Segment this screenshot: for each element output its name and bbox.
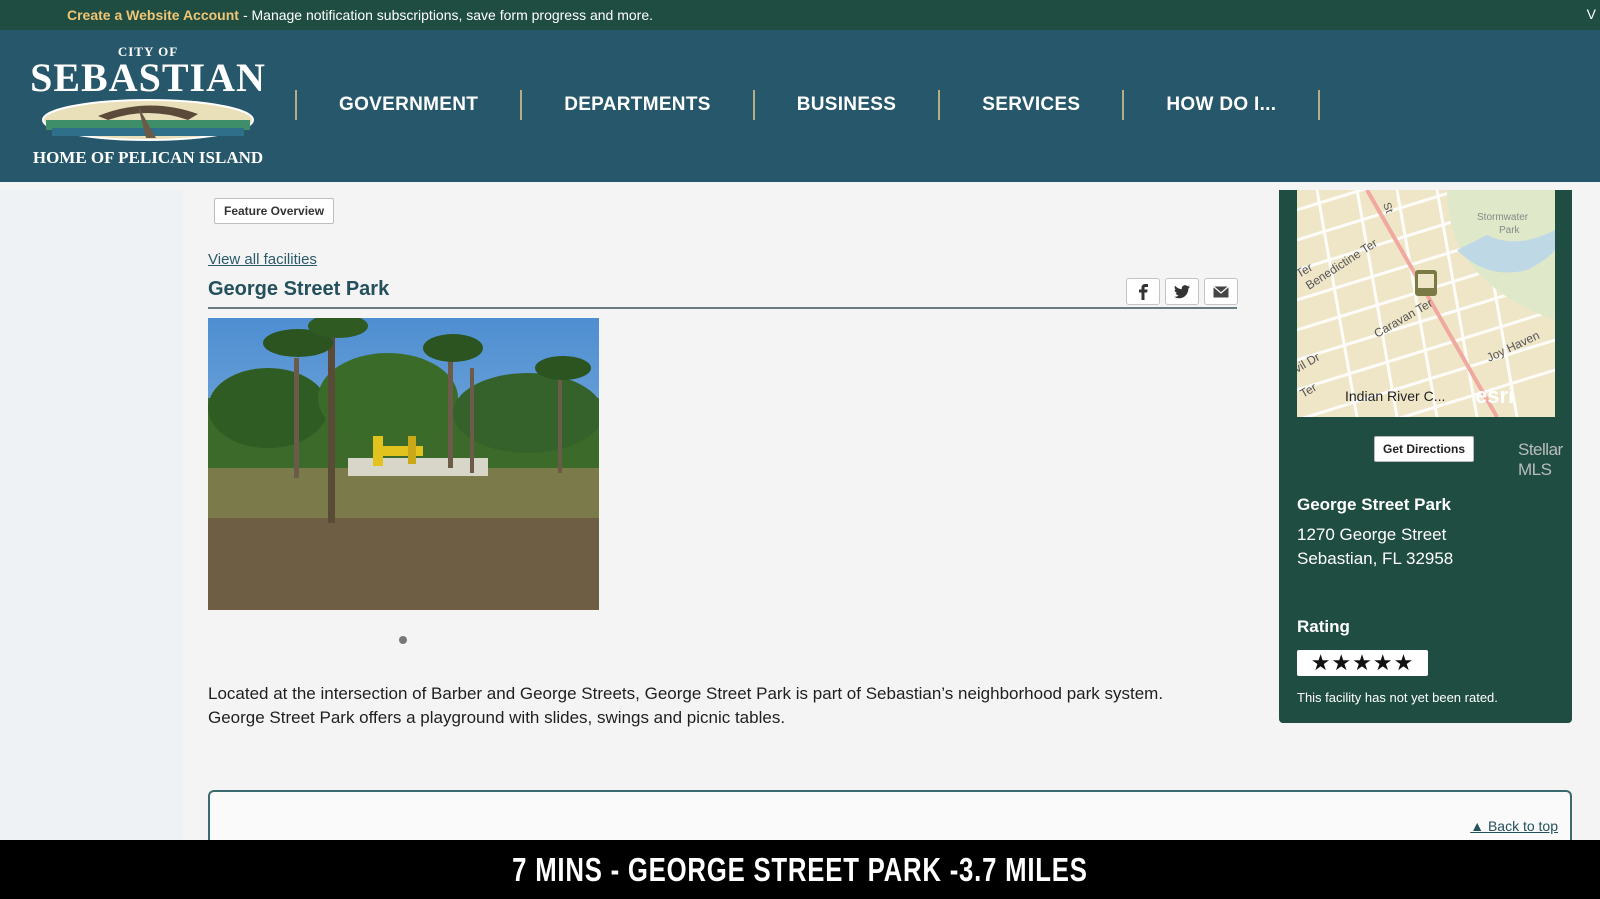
- nav-divider: [520, 90, 523, 120]
- nav-how-do-i[interactable]: HOW DO I...: [1124, 94, 1318, 116]
- logo-name: SEBASTIAN: [30, 55, 266, 100]
- account-banner-text: - Manage notification subscriptions, sav…: [242, 7, 654, 23]
- title-divider: [208, 307, 1237, 309]
- carousel-dot[interactable]: [399, 636, 407, 644]
- park-photo[interactable]: [208, 318, 599, 610]
- nav-divider: [752, 90, 755, 120]
- get-directions-button[interactable]: Get Directions: [1374, 436, 1475, 462]
- map-label-park: Park: [1499, 225, 1521, 236]
- feature-overview-button[interactable]: Feature Overview: [214, 198, 335, 224]
- nav-divider: [295, 90, 297, 120]
- nav-divider: [938, 90, 941, 120]
- park-description: Located at the intersection of Barber an…: [208, 684, 1164, 727]
- view-all-facilities-link[interactable]: View all facilities: [208, 251, 317, 268]
- left-column: [0, 190, 183, 840]
- facility-address: 1270 George Street Sebastian, FL 32958: [1297, 523, 1453, 571]
- map-label-stormwater: Stormwater: [1477, 212, 1529, 223]
- email-icon: [1213, 285, 1229, 297]
- street-map-image: Stormwater Park Benedictine Ter Caravan …: [1297, 190, 1555, 417]
- rating-note: This facility has not yet been rated.: [1297, 690, 1498, 705]
- video-caption-bar: 7 MINS - GEORGE STREET PARK -3.7 MILES: [0, 840, 1600, 899]
- nav-divider: [1318, 90, 1321, 120]
- park-photo-image: [208, 318, 599, 610]
- share-email-button[interactable]: [1204, 278, 1238, 305]
- back-to-top-link[interactable]: ▲ Back to top: [1470, 818, 1558, 834]
- pelican-emblem-icon: [42, 99, 254, 141]
- rating-heading: Rating: [1297, 617, 1350, 636]
- twitter-icon: [1174, 284, 1190, 298]
- address-line-1: 1270 George Street: [1297, 525, 1447, 544]
- city-logo[interactable]: CITY OF SEBASTIAN HOME OF PELICAN ISLAND: [30, 44, 266, 172]
- facility-name: George Street Park: [1297, 495, 1452, 514]
- location-map[interactable]: Stormwater Park Benedictine Ter Caravan …: [1297, 190, 1555, 417]
- esri-logo: esri: [1475, 383, 1514, 408]
- share-facebook-button[interactable]: [1126, 278, 1160, 305]
- facebook-icon: [1139, 283, 1148, 300]
- star-rating-widget[interactable]: ★★★★★: [1297, 650, 1428, 676]
- page-title: George Street Park: [208, 278, 390, 300]
- share-twitter-button[interactable]: [1165, 278, 1199, 305]
- logo-tagline: HOME OF PELICAN ISLAND: [32, 148, 264, 167]
- main-navigation: GOVERNMENT DEPARTMENTS BUSINESS SERVICES…: [295, 90, 1321, 120]
- map-attribution: Indian River C...: [1345, 388, 1445, 404]
- banner-edge-text[interactable]: V: [1587, 6, 1596, 22]
- nav-business[interactable]: BUSINESS: [755, 94, 939, 116]
- nav-services[interactable]: SERVICES: [940, 94, 1122, 116]
- account-banner: Create a Website Account - Manage notifi…: [0, 0, 1600, 30]
- nav-departments[interactable]: DEPARTMENTS: [522, 94, 753, 116]
- nav-government[interactable]: GOVERNMENT: [297, 94, 520, 116]
- nav-divider: [1122, 90, 1125, 120]
- site-header: CITY OF SEBASTIAN HOME OF PELICAN ISLAND…: [0, 30, 1600, 182]
- caption-text: 7 MINS - GEORGE STREET PARK -3.7 MILES: [512, 850, 1088, 888]
- create-account-link[interactable]: Create a Website Account: [67, 7, 239, 23]
- stellar-mls-watermark: Stellar MLS: [1518, 440, 1563, 479]
- address-line-2: Sebastian, FL 32958: [1297, 549, 1454, 568]
